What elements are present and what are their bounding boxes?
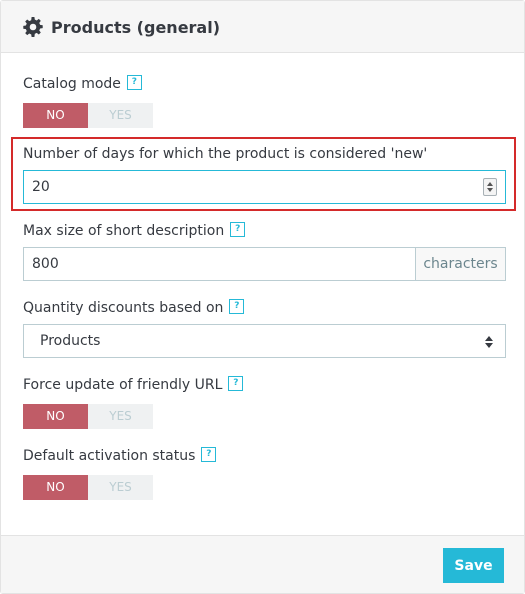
characters-addon: characters <box>415 248 505 280</box>
friendly-url-label-text: Force update of friendly URL <box>23 377 223 393</box>
qty-discounts-value: Products <box>40 333 101 349</box>
panel-heading: Products (general) <box>1 1 524 53</box>
friendly-url-no-option[interactable]: NO <box>23 404 88 429</box>
gear-icon <box>23 17 43 37</box>
catalog-mode-yes-option[interactable]: YES <box>88 103 153 128</box>
qty-discounts-label-text: Quantity discounts based on <box>23 300 224 316</box>
activation-status-yes-option[interactable]: YES <box>88 475 153 500</box>
friendly-url-help-icon[interactable]: ? <box>228 376 244 391</box>
short-desc-label-text: Max size of short description <box>23 223 225 239</box>
activation-status-switch[interactable]: NO YES <box>23 475 153 500</box>
catalog-mode-no-option[interactable]: NO <box>23 103 88 128</box>
catalog-mode-help-icon[interactable]: ? <box>126 75 142 90</box>
qty-discounts-help-icon[interactable]: ? <box>229 299 245 314</box>
activation-status-help-icon[interactable]: ? <box>201 447 217 462</box>
short-desc-value: 800 <box>32 256 59 272</box>
catalog-mode-label: Catalog mode? <box>23 75 142 93</box>
friendly-url-switch[interactable]: NO YES <box>23 404 153 429</box>
spinner-up-icon[interactable] <box>487 182 493 186</box>
activation-status-label-text: Default activation status <box>23 448 196 464</box>
save-button[interactable]: Save <box>443 548 504 583</box>
new-days-label: Number of days for which the product is … <box>23 146 428 162</box>
new-days-value: 20 <box>32 179 50 195</box>
short-desc-help-icon[interactable]: ? <box>230 222 246 237</box>
new-days-input[interactable]: 20 <box>23 170 506 204</box>
friendly-url-yes-option[interactable]: YES <box>88 404 153 429</box>
panel-title: Products (general) <box>51 18 221 37</box>
qty-discounts-select[interactable]: Products <box>23 324 506 358</box>
activation-status-label: Default activation status? <box>23 447 217 465</box>
products-general-panel: Products (general) Catalog mode? NO YES … <box>0 0 525 594</box>
catalog-mode-switch[interactable]: NO YES <box>23 103 153 128</box>
qty-discounts-label: Quantity discounts based on? <box>23 299 245 317</box>
panel-footer: Save <box>1 535 524 593</box>
short-desc-input[interactable]: 800 characters <box>23 247 506 281</box>
activation-status-no-option[interactable]: NO <box>23 475 88 500</box>
short-desc-label: Max size of short description? <box>23 222 246 240</box>
number-spinner[interactable] <box>483 178 497 196</box>
catalog-mode-label-text: Catalog mode <box>23 76 121 92</box>
spinner-down-icon[interactable] <box>487 188 493 192</box>
select-caret-icon <box>485 336 493 348</box>
friendly-url-label: Force update of friendly URL? <box>23 376 244 394</box>
